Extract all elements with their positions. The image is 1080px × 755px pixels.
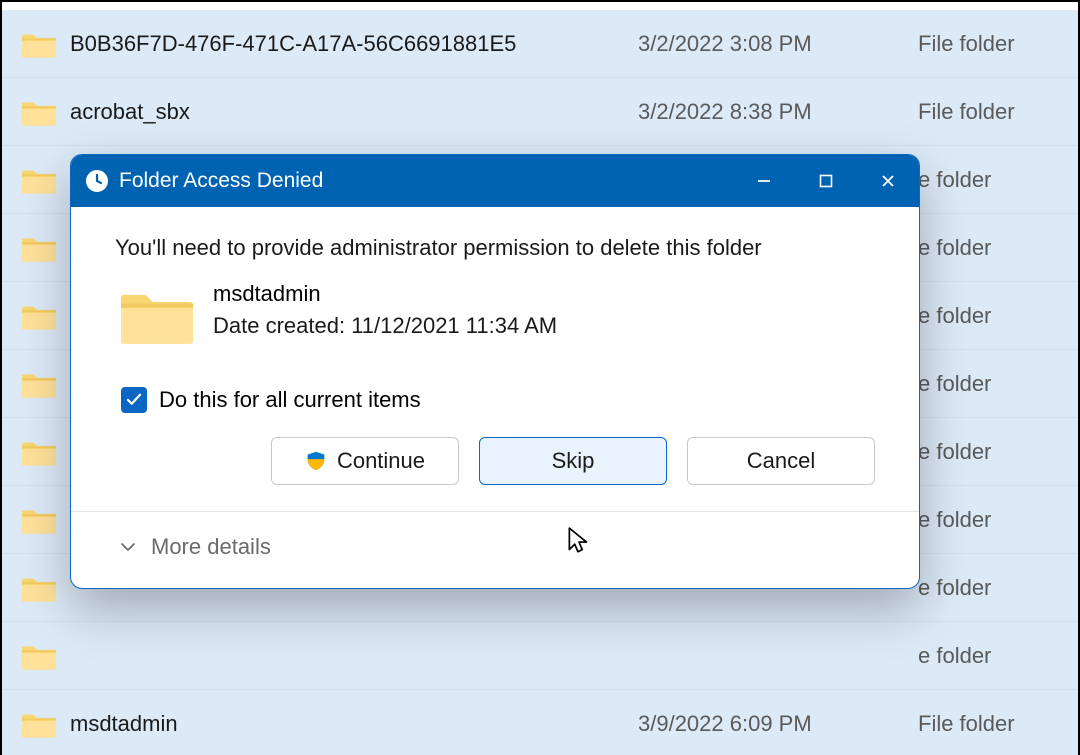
uac-shield-icon [305, 450, 327, 472]
chevron-down-icon [119, 538, 137, 556]
target-folder-meta: Date created: 11/12/2021 11:34 AM [213, 313, 557, 339]
continue-label: Continue [337, 448, 425, 474]
file-date: 3/2/2022 3:08 PM [638, 31, 918, 57]
target-folder-block: msdtadmin Date created: 11/12/2021 11:34… [121, 281, 875, 345]
file-name: msdtadmin [70, 711, 638, 737]
file-type: e folder [918, 371, 1058, 397]
file-type: e folder [918, 643, 1058, 669]
target-folder-name: msdtadmin [213, 281, 557, 307]
file-type: e folder [918, 507, 1058, 533]
continue-button[interactable]: Continue [271, 437, 459, 485]
folder-icon [22, 97, 56, 127]
file-type: e folder [918, 235, 1058, 261]
folder-icon [22, 301, 56, 331]
folder-access-denied-dialog: Folder Access Denied You'll need to prov… [70, 154, 920, 589]
file-name: B0B36F7D-476F-471C-A17A-56C6691881E5 [70, 31, 638, 57]
folder-icon [22, 29, 56, 59]
file-type: File folder [918, 99, 1058, 125]
folder-icon [121, 285, 193, 345]
folder-icon [22, 165, 56, 195]
more-details-toggle[interactable]: More details [71, 512, 919, 588]
folder-icon [22, 369, 56, 399]
dialog-button-row: Continue Skip Cancel [71, 437, 919, 511]
file-date: 3/2/2022 8:38 PM [638, 99, 918, 125]
do-all-row[interactable]: Do this for all current items [121, 387, 875, 413]
folder-icon [22, 573, 56, 603]
cancel-button[interactable]: Cancel [687, 437, 875, 485]
close-button[interactable] [857, 155, 919, 207]
dialog-title: Folder Access Denied [119, 169, 733, 193]
folder-icon [22, 709, 56, 739]
file-type: File folder [918, 31, 1058, 57]
file-date: 3/9/2022 6:09 PM [638, 711, 918, 737]
file-type: e folder [918, 167, 1058, 193]
file-name: acrobat_sbx [70, 99, 638, 125]
file-row[interactable]: msdtadmin3/9/2022 6:09 PMFile folder [2, 690, 1078, 755]
file-type: e folder [918, 303, 1058, 329]
minimize-button[interactable] [733, 155, 795, 207]
folder-icon [22, 233, 56, 263]
folder-icon [22, 437, 56, 467]
file-type: e folder [918, 575, 1058, 601]
cancel-label: Cancel [747, 448, 815, 474]
dialog-content: You'll need to provide administrator per… [71, 207, 919, 413]
file-row[interactable]: acrobat_sbx3/2/2022 8:38 PMFile folder [2, 78, 1078, 146]
skip-button[interactable]: Skip [479, 437, 667, 485]
folder-icon [22, 505, 56, 535]
clock-icon [85, 169, 109, 193]
do-all-checkbox[interactable] [121, 387, 147, 413]
file-type: e folder [918, 439, 1058, 465]
more-details-label: More details [151, 534, 271, 560]
folder-icon [22, 641, 56, 671]
dialog-titlebar[interactable]: Folder Access Denied [71, 155, 919, 207]
file-type: File folder [918, 711, 1058, 737]
dialog-message: You'll need to provide administrator per… [115, 235, 875, 261]
maximize-button[interactable] [795, 155, 857, 207]
file-row[interactable]: B0B36F7D-476F-471C-A17A-56C6691881E53/2/… [2, 10, 1078, 78]
skip-label: Skip [552, 448, 595, 474]
do-all-label: Do this for all current items [159, 387, 421, 413]
file-row[interactable]: e folder [2, 622, 1078, 690]
